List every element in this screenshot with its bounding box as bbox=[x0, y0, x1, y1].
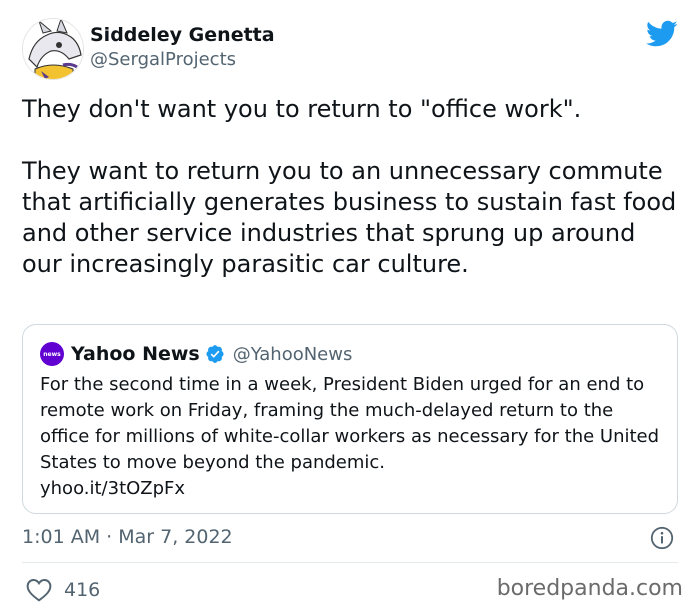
tweet-text: They don't want you to return to "office… bbox=[22, 94, 678, 280]
twitter-bird-icon[interactable] bbox=[646, 20, 678, 48]
tweet-paragraph: They don't want you to return to "office… bbox=[22, 95, 582, 123]
info-icon[interactable] bbox=[650, 526, 674, 550]
like-count: 416 bbox=[64, 579, 101, 601]
tweet-meta-row: 1:01 AM · Mar 7, 2022 bbox=[22, 524, 678, 552]
quoted-tweet-link[interactable]: yhoo.it/3tOZpFx bbox=[40, 476, 665, 502]
like-action[interactable]: 416 bbox=[26, 576, 100, 604]
verified-badge-icon bbox=[206, 345, 224, 363]
quoted-display-name[interactable]: Yahoo News bbox=[71, 343, 200, 365]
quoted-tweet-header: news Yahoo News @YahooNews bbox=[40, 341, 352, 367]
tweet-paragraph: They want to return you to an unnecessar… bbox=[22, 157, 677, 278]
author-handle[interactable]: @SergalProjects bbox=[90, 47, 275, 73]
author-avatar[interactable] bbox=[22, 18, 84, 80]
yahoo-news-avatar[interactable]: news bbox=[40, 342, 64, 366]
sergal-avatar-illustration bbox=[23, 19, 83, 79]
quoted-handle[interactable]: @YahooNews bbox=[233, 344, 353, 365]
heart-icon[interactable] bbox=[26, 578, 52, 602]
watermark: boredpanda.com bbox=[496, 576, 683, 601]
quoted-tweet-text: For the second time in a week, President… bbox=[40, 374, 660, 473]
avatar-text: news bbox=[43, 350, 61, 358]
divider bbox=[22, 562, 678, 563]
author-display-name[interactable]: Siddeley Genetta bbox=[90, 23, 275, 47]
quoted-tweet-card[interactable]: news Yahoo News @YahooNews For the secon… bbox=[22, 324, 678, 514]
author-name-block: Siddeley Genetta @SergalProjects bbox=[90, 23, 275, 73]
tweet-header: Siddeley Genetta @SergalProjects bbox=[22, 18, 678, 80]
quoted-tweet-body: For the second time in a week, President… bbox=[40, 372, 665, 502]
tweet-timestamp[interactable]: 1:01 AM · Mar 7, 2022 bbox=[22, 526, 233, 548]
